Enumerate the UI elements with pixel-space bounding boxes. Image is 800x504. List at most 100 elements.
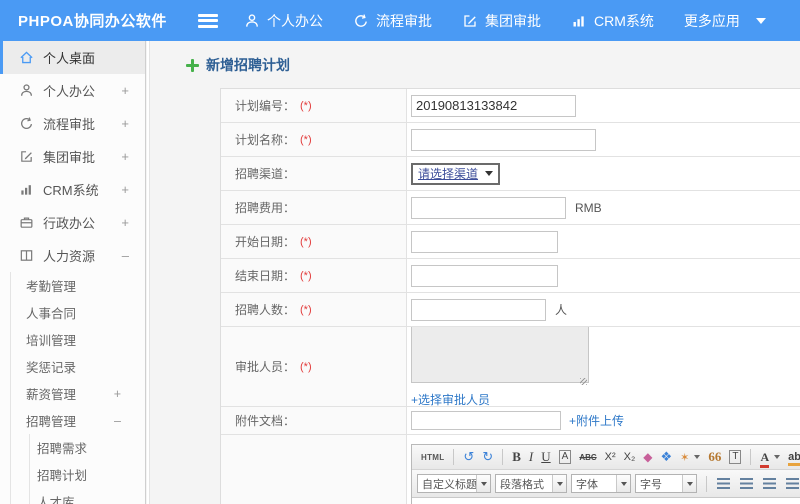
fee-input[interactable] — [411, 196, 566, 219]
book-icon — [19, 248, 34, 263]
approver-textarea[interactable] — [411, 327, 589, 383]
nav-workflow-approval[interactable]: 流程审批 — [353, 11, 432, 31]
expand-plus-icon[interactable]: + — [114, 387, 145, 401]
align-right-icon[interactable] — [763, 478, 776, 489]
start-date-input[interactable] — [411, 230, 558, 253]
form-row-headcount: 招聘人数： (*) 人 — [221, 293, 800, 327]
nav-personal-office[interactable]: 个人办公 — [244, 11, 323, 31]
sidebar-item-recruitment[interactable]: 招聘管理 – — [11, 407, 145, 434]
chevron-down-icon[interactable] — [694, 455, 701, 459]
plan-no-input[interactable] — [411, 94, 576, 117]
redo-icon[interactable]: ↻ — [482, 449, 493, 465]
select-approver-link[interactable]: +选择审批人员 — [411, 391, 490, 406]
history-icon — [19, 116, 34, 131]
field-label: 计划编号： — [235, 99, 296, 113]
font-border-button[interactable]: A — [558, 450, 572, 464]
sidebar-item-hr[interactable]: 人力资源 – — [0, 239, 145, 272]
sidebar-item-hr-contract[interactable]: 人事合同 — [11, 299, 145, 326]
sidebar-submenu-hr: 考勤管理 人事合同 培训管理 奖惩记录 薪资管理 + 招聘管理 – 招聘需求 招… — [10, 272, 145, 504]
sidebar-item-personal-office[interactable]: 个人办公 + — [0, 74, 145, 107]
required-mark: (*) — [300, 269, 312, 282]
field-label: 招聘费用： — [235, 201, 296, 215]
sidebar-item-recruit-plan[interactable]: 招聘计划 — [30, 461, 145, 488]
edit-icon — [19, 149, 34, 164]
form-row-end-date: 结束日期： (*) — [221, 259, 800, 293]
align-center-icon[interactable] — [740, 478, 753, 489]
chevron-down-icon — [616, 475, 630, 492]
recruit-plan-form: 计划编号： (*) 计划名称： (*) 招聘渠道： — [220, 88, 800, 504]
nav-label: 个人办公 — [267, 12, 323, 29]
chevron-down-icon — [755, 17, 766, 24]
channel-select[interactable]: 请选择渠道 — [411, 162, 501, 185]
sidebar-item-admin-office[interactable]: 行政办公 + — [0, 206, 145, 239]
nav-label: 更多应用 — [683, 12, 740, 29]
required-mark: (*) — [300, 360, 312, 373]
fee-unit: RMB — [575, 200, 602, 215]
field-label: 招聘渠道： — [235, 167, 296, 181]
attachment-upload-link[interactable]: +附件上传 — [569, 412, 624, 429]
nav-crm-system[interactable]: CRM系统 — [571, 11, 654, 31]
sidebar-item-salary[interactable]: 薪资管理 + — [11, 380, 145, 407]
sidebar-item-attendance[interactable]: 考勤管理 — [11, 272, 145, 299]
align-justify-icon[interactable] — [786, 478, 799, 489]
sidebar-item-crm[interactable]: CRM系统 + — [0, 173, 145, 206]
align-left-icon[interactable] — [717, 478, 730, 489]
bold-button[interactable]: B — [512, 449, 521, 465]
plan-name-input[interactable] — [411, 128, 596, 151]
html-source-button[interactable]: HTML — [421, 453, 444, 462]
sidebar-item-workflow-approval[interactable]: 流程审批 + — [0, 107, 145, 140]
chevron-down-icon[interactable] — [774, 455, 781, 459]
nav-more-apps[interactable]: 更多应用 — [684, 11, 766, 31]
chevron-down-icon — [485, 171, 494, 176]
form-row-plan-no: 计划编号： (*) — [221, 89, 800, 123]
expand-plus-icon[interactable]: + — [121, 149, 129, 164]
headcount-input[interactable] — [411, 298, 546, 321]
blockquote-icon[interactable]: 66 — [708, 449, 721, 465]
undo-icon[interactable]: ↺ — [463, 449, 474, 465]
expand-plus-icon[interactable]: + — [121, 182, 129, 197]
collapse-minus-icon[interactable]: – — [122, 248, 129, 263]
sidebar-item-training[interactable]: 培训管理 — [11, 326, 145, 353]
attachment-input[interactable] — [411, 411, 561, 430]
font-family-select[interactable]: 字体 — [571, 474, 631, 493]
form-row-attachment: 附件文档： +附件上传 — [221, 407, 800, 435]
collapse-minus-icon[interactable]: – — [114, 414, 145, 428]
paragraph-format-select[interactable]: 段落格式 — [495, 474, 567, 493]
field-label: 计划名称： — [235, 133, 296, 147]
chevron-down-icon — [682, 475, 696, 492]
top-header: PHPOA协同办公软件 个人办公 流程审批 集团审批 CRM系统 更多应用 — [0, 0, 800, 41]
chevron-down-icon — [476, 475, 490, 492]
sidebar-item-desktop[interactable]: 个人桌面 — [0, 41, 145, 74]
form-row-plan-name: 计划名称： (*) — [221, 123, 800, 157]
nav-group-approval[interactable]: 集团审批 — [462, 11, 541, 31]
subscript-button[interactable]: X₂ — [624, 451, 636, 463]
eraser-icon[interactable]: ◆ — [643, 450, 652, 464]
paste-text-icon[interactable]: T — [729, 450, 742, 464]
format-brush-icon[interactable]: ❖ — [661, 449, 673, 465]
expand-plus-icon[interactable]: + — [121, 215, 129, 230]
app-window: PHPOA协同办公软件 个人办公 流程审批 集团审批 CRM系统 更多应用 个人… — [0, 0, 800, 504]
sidebar-item-recruit-demand[interactable]: 招聘需求 — [30, 434, 145, 461]
highlight-color-button[interactable]: ab — [788, 451, 800, 463]
superscript-button[interactable]: X² — [605, 451, 616, 463]
end-date-input[interactable] — [411, 264, 558, 287]
expand-plus-icon[interactable]: + — [121, 116, 129, 131]
strikethrough-button[interactable]: ABC — [579, 453, 596, 462]
form-row-start-date: 开始日期： (*) — [221, 225, 800, 259]
form-row-channel: 招聘渠道： 请选择渠道 — [221, 157, 800, 191]
sidebar-item-talent-pool[interactable]: 人才库 — [30, 488, 145, 504]
custom-heading-select[interactable]: 自定义标题 — [417, 474, 491, 493]
paint-format-icon[interactable]: ✶ — [680, 451, 689, 464]
font-color-button[interactable]: A — [760, 450, 769, 465]
main-content: 新增招聘计划 计划编号： (*) 计划名称： (*) — [147, 41, 800, 504]
underline-button[interactable]: U — [541, 449, 550, 465]
editor-toolbar-row2: 自定义标题 段落格式 字体 字号 — [412, 470, 800, 498]
sidebar-item-group-approval[interactable]: 集团审批 + — [0, 140, 145, 173]
font-size-select[interactable]: 字号 — [635, 474, 697, 493]
menu-toggle-icon[interactable] — [198, 13, 218, 28]
editor-content-area[interactable] — [412, 498, 800, 504]
add-icon — [186, 58, 199, 72]
italic-button[interactable]: I — [529, 449, 533, 465]
expand-plus-icon[interactable]: + — [121, 83, 129, 98]
sidebar-item-rewards[interactable]: 奖惩记录 — [11, 353, 145, 380]
